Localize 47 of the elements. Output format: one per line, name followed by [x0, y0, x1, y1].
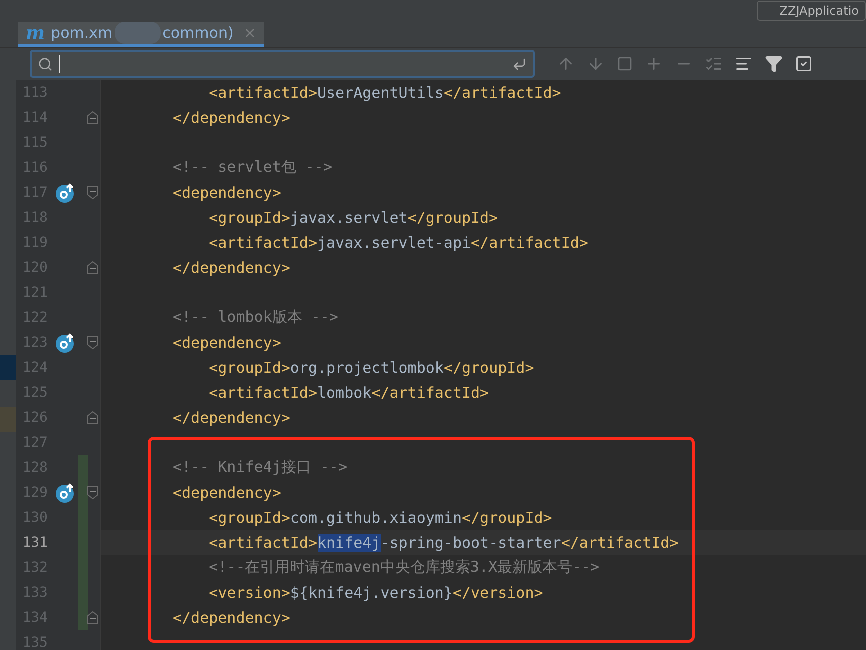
fold-icon[interactable]: [87, 336, 99, 350]
search-field[interactable]: [30, 50, 535, 78]
panel-highlight: [0, 355, 16, 380]
code-line: <!-- lombok版本 -->: [172, 308, 338, 327]
code-line: <dependency>: [172, 484, 282, 502]
redaction-blur: [114, 22, 161, 44]
code-line: <dependency>: [172, 334, 282, 352]
code-line: <version>${knife4j.version}</version>: [208, 584, 544, 602]
code-line: </dependency>: [172, 408, 290, 426]
code-line: <groupId>com.github.xiaoymin</groupId>: [208, 508, 552, 526]
tab-label: pom.xm: [51, 24, 113, 42]
run-configuration[interactable]: ZZJApplicatio: [756, 1, 866, 21]
plus-icon[interactable]: [645, 55, 663, 73]
code-line: <artifactId>UserAgentUtils</artifactId>: [208, 84, 562, 102]
code-line: <artifactId>knife4j-spring-boot-starter</artifactId>: [208, 534, 679, 552]
code-line: </dependency>: [172, 108, 290, 126]
enter-icon[interactable]: [512, 56, 527, 72]
panel-highlight: [0, 407, 16, 432]
code-line: <artifactId>javax.servlet-api</artifactId>: [208, 234, 588, 252]
arrow-down-icon[interactable]: [587, 55, 605, 73]
editor-tab[interactable]: m pom.xm common) ×: [18, 22, 264, 47]
code-line: <!-- servlet包 -->: [172, 158, 332, 177]
close-icon[interactable]: ×: [244, 24, 256, 42]
code-line: <groupId>javax.servlet</groupId>: [208, 208, 498, 226]
lines-icon[interactable]: [735, 55, 753, 73]
filter-icon[interactable]: [765, 55, 783, 73]
fold-icon[interactable]: [87, 486, 99, 500]
code-line: <!-- Knife4j接口 -->: [172, 458, 348, 477]
checklist-icon[interactable]: [705, 55, 723, 73]
fold-icon[interactable]: [87, 186, 99, 200]
maven-icon: m: [26, 22, 46, 44]
tab-label: common): [162, 24, 234, 42]
checkbox-icon[interactable]: [795, 55, 813, 73]
fold-icon[interactable]: [87, 111, 99, 125]
square-icon[interactable]: [617, 56, 633, 72]
search-icon: [38, 56, 53, 72]
code-line: <!--在引用时请在maven中央仓库搜索3.X最新版本号-->: [208, 558, 600, 577]
line-number: 131: [22, 534, 48, 550]
code-line: <dependency>: [172, 184, 282, 202]
code-line: </dependency>: [172, 608, 290, 626]
fold-icon[interactable]: [87, 611, 99, 625]
fold-icon[interactable]: [87, 261, 99, 275]
code-line: <artifactId>lombok</artifactId>: [208, 384, 490, 402]
code-line: <groupId>org.projectlombok</groupId>: [208, 358, 534, 376]
text-cursor: [59, 55, 60, 73]
fold-icon[interactable]: [87, 411, 99, 425]
code-line: </dependency>: [172, 258, 290, 276]
